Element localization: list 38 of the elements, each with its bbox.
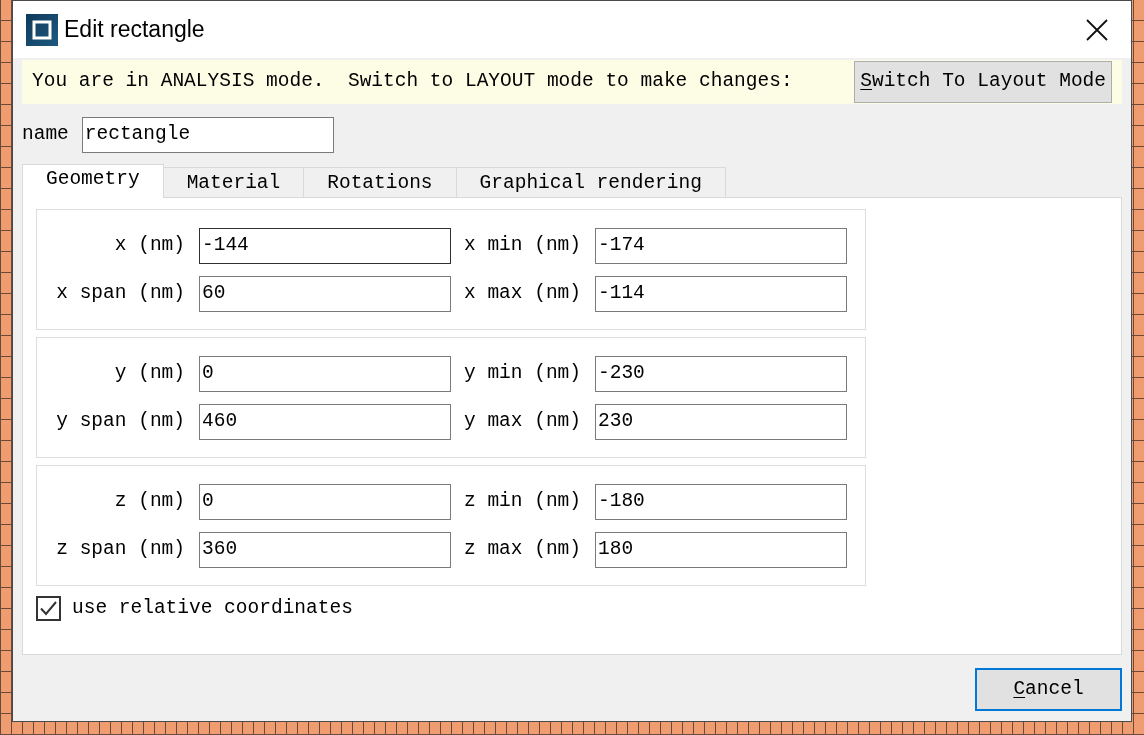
field-label: x max (nm) [464, 284, 582, 304]
field-label: z (nm) [113, 492, 185, 512]
name-field[interactable]: rectangle [81, 117, 334, 153]
tab[interactable]: Rotations [304, 167, 457, 197]
input-field[interactable]: -174 [595, 228, 847, 264]
field-label: z max (nm) [464, 540, 582, 560]
field-label: z span (nm) [55, 540, 185, 560]
tab[interactable]: Material [163, 167, 305, 197]
input-field[interactable]: 0 [199, 484, 451, 520]
tab[interactable]: Graphical rendering [456, 167, 726, 197]
field-label: y min (nm) [464, 364, 582, 384]
input-field[interactable]: -230 [595, 356, 847, 392]
switch-mode-button[interactable]: Switch To Layout Mode [854, 61, 1112, 103]
field-label: x min (nm) [464, 236, 582, 256]
window-title: Edit rectangle [64, 18, 205, 41]
field-label: z min (nm) [464, 492, 582, 512]
field-label: y max (nm) [464, 412, 582, 432]
input-field[interactable]: 360 [199, 532, 451, 568]
field-label: x (nm) [113, 236, 185, 256]
field-label: y span (nm) [55, 412, 185, 432]
square-logo-icon [26, 13, 58, 46]
field-label: y (nm) [113, 364, 185, 384]
cancel-button[interactable]: Cancel [975, 668, 1122, 711]
banner-message: You are in ANALYSIS mode. Switch to LAYOUT mode to make changes: [32, 72, 793, 92]
input-field[interactable]: 0 [199, 356, 451, 392]
name-label: name [22, 125, 69, 145]
input-field[interactable]: -180 [595, 484, 847, 520]
close-icon [1086, 18, 1108, 41]
checkbox-label: use relative coordinates [72, 598, 353, 619]
input-field[interactable]: 230 [595, 404, 847, 440]
input-field[interactable]: 460 [199, 404, 451, 440]
input-field[interactable]: 60 [199, 276, 451, 312]
tab[interactable]: Geometry [22, 164, 164, 198]
input-field[interactable]: -144 [199, 228, 451, 264]
field-label: x span (nm) [55, 284, 185, 304]
input-field[interactable]: -114 [595, 276, 847, 312]
checkbox[interactable] [36, 596, 61, 621]
input-field[interactable]: 180 [595, 532, 847, 568]
